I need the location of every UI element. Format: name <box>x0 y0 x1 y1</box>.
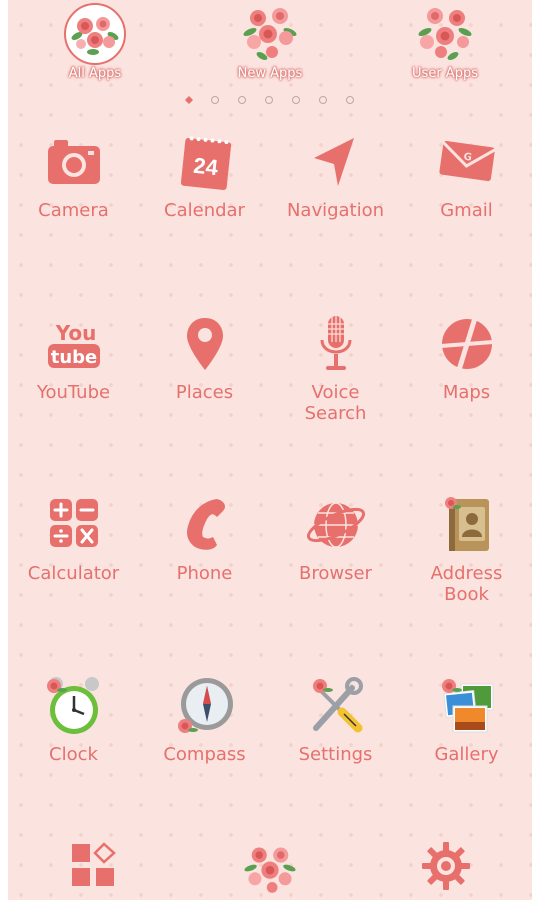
right-frame <box>532 0 540 900</box>
app-places[interactable]: Places <box>139 312 270 403</box>
app-phone[interactable]: Phone <box>139 493 270 584</box>
calculator-icon <box>49 499 98 547</box>
page-dot[interactable] <box>319 95 328 104</box>
address-book-icon <box>444 497 489 551</box>
app-drawer-icon <box>72 842 116 886</box>
page-dot[interactable] <box>292 95 301 104</box>
app-maps[interactable]: Maps <box>401 312 532 403</box>
all-apps-button[interactable]: All Apps <box>35 2 155 81</box>
new-apps-label: New Apps <box>237 66 303 81</box>
calendar-icon: 24 <box>180 136 231 190</box>
app-label: Clock <box>49 744 98 765</box>
app-calendar[interactable]: 24 Calendar <box>139 130 270 221</box>
rose-bouquet-icon <box>244 847 296 893</box>
maps-icon <box>440 317 493 371</box>
calendar-day: 24 <box>192 153 220 181</box>
places-icon <box>186 318 223 370</box>
page-dot[interactable] <box>265 95 273 104</box>
app-label: Phone <box>176 563 233 584</box>
current-page-marker <box>184 95 193 104</box>
app-label: Calendar <box>164 200 245 221</box>
compass-icon <box>177 678 233 733</box>
svg-text:G: G <box>462 152 472 164</box>
app-label: Browser <box>299 563 372 584</box>
left-frame <box>0 0 8 900</box>
settings-gear-icon <box>422 842 470 890</box>
globe-icon <box>306 502 365 548</box>
app-address-book[interactable]: Address Book <box>401 493 532 605</box>
page-dot[interactable] <box>346 95 355 104</box>
top-shortcut-bar: All Apps New Apps User Apps <box>0 0 540 90</box>
app-gallery[interactable]: Gallery <box>401 674 532 765</box>
app-label: YouTube <box>36 382 111 403</box>
rose-bouquet-icon <box>64 3 126 65</box>
app-browser[interactable]: Browser <box>270 493 401 584</box>
youtube-icon: You tube <box>47 321 100 368</box>
all-apps-label: All Apps <box>68 66 122 81</box>
app-clock[interactable]: Clock <box>8 674 139 765</box>
settings-button[interactable] <box>420 840 472 892</box>
phone-icon <box>186 499 225 550</box>
app-compass[interactable]: Compass <box>139 674 270 765</box>
dock <box>0 830 540 900</box>
app-voice-search[interactable]: Voice Search <box>270 312 401 424</box>
page-indicator <box>0 89 540 108</box>
user-apps-button[interactable]: User Apps <box>385 2 505 81</box>
user-apps-label: User Apps <box>412 66 478 81</box>
app-label: Maps <box>442 382 491 403</box>
app-label: Gmail <box>440 200 493 221</box>
app-label: Settings <box>298 744 373 765</box>
app-label: Address Book <box>430 563 503 605</box>
app-youtube[interactable]: You tube YouTube <box>8 312 139 403</box>
youtube-logo-you: You <box>54 321 96 345</box>
gallery-icon <box>441 679 493 733</box>
app-label: Calculator <box>27 563 120 584</box>
app-label: Camera <box>38 200 109 221</box>
app-camera[interactable]: Camera <box>8 130 139 221</box>
app-label: Navigation <box>286 200 385 221</box>
page-dot[interactable] <box>210 95 219 104</box>
new-apps-button[interactable]: New Apps <box>210 2 330 81</box>
app-label: Gallery <box>434 744 499 765</box>
home-bouquet-button[interactable] <box>242 840 296 893</box>
app-calculator[interactable]: Calculator <box>8 493 139 584</box>
camera-icon <box>47 140 100 184</box>
app-gmail[interactable]: G Gmail <box>401 130 532 221</box>
microphone-icon <box>320 316 351 370</box>
gmail-icon: G <box>438 140 496 182</box>
tools-icon <box>312 677 363 733</box>
app-drawer-button[interactable] <box>68 840 120 892</box>
rose-bouquet-icon <box>418 8 472 60</box>
app-navigation[interactable]: Navigation <box>270 130 401 221</box>
app-label: Voice Search <box>304 382 367 424</box>
youtube-logo-tube: tube <box>50 347 97 368</box>
app-label: Places <box>175 382 234 403</box>
alarm-clock-icon <box>46 677 99 734</box>
rose-bouquet-icon <box>243 8 297 60</box>
page-dot[interactable] <box>237 95 246 104</box>
app-label: Compass <box>163 744 246 765</box>
app-settings[interactable]: Settings <box>270 674 401 765</box>
navigation-icon <box>313 138 354 186</box>
